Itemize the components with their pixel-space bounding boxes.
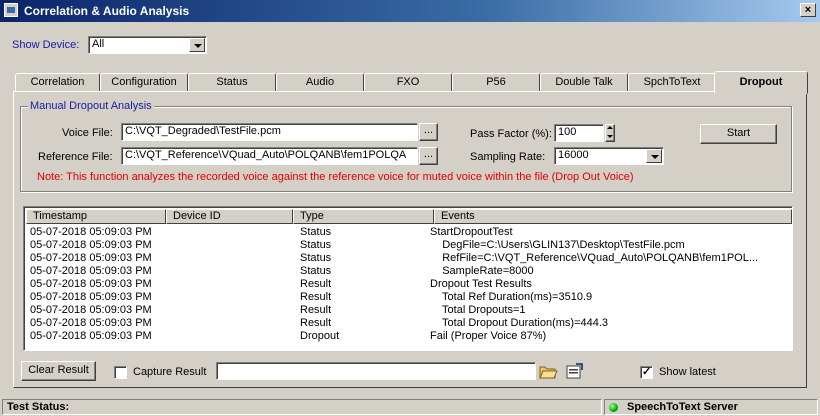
events-table[interactable]: Timestamp Device ID Type Events 05-07-20…: [23, 206, 793, 351]
table-row[interactable]: 05-07-2018 05:09:03 PM Result Dropout Test…: [26, 278, 790, 291]
tab-status[interactable]: Status: [188, 73, 276, 92]
show-latest-label: Show latest: [659, 366, 716, 378]
cell-timestamp: 05-07-2018 05:09:03 PM: [30, 304, 152, 316]
cell-type: Result: [300, 291, 332, 303]
close-button[interactable]: ×: [800, 3, 816, 17]
table-row[interactable]: 05-07-2018 05:09:03 PM Result Total Dropo…: [26, 304, 790, 317]
show-device-select[interactable]: All: [88, 36, 207, 54]
cell-type: Result: [300, 317, 332, 329]
pass-factor-label: Pass Factor (%):: [470, 128, 552, 140]
cell-event: Fail (Proper Voice 87%): [430, 330, 547, 342]
cell-type: Result: [300, 304, 332, 316]
server-status-icon: [609, 403, 618, 412]
open-folder-icon: [539, 366, 558, 379]
tab-correlation[interactable]: Correlation: [15, 73, 100, 92]
table-row[interactable]: 05-07-2018 05:09:03 PM Result Total Dropo…: [26, 317, 790, 330]
table-row[interactable]: 05-07-2018 05:09:03 PM Status SampleRate=…: [26, 265, 790, 278]
capture-result-checkbox[interactable]: [114, 366, 127, 379]
table-row[interactable]: 05-07-2018 05:09:03 PM Dropout Fail (Prope…: [26, 330, 790, 343]
table-row[interactable]: 05-07-2018 05:09:03 PM Status StartDropout…: [26, 226, 790, 239]
column-type[interactable]: Type: [293, 209, 434, 224]
cell-type: Status: [300, 226, 332, 238]
pass-factor-stepper[interactable]: [605, 124, 615, 142]
voice-file-browse-button[interactable]: ...: [419, 123, 438, 141]
status-bar: Test Status: SpeechToText Server: [0, 398, 820, 416]
show-latest-checkbox[interactable]: [640, 365, 653, 379]
export-button[interactable]: [564, 362, 584, 380]
cell-timestamp: 05-07-2018 05:09:03 PM: [30, 291, 152, 303]
table-row[interactable]: 05-07-2018 05:09:03 PM Result Total Ref D…: [26, 291, 790, 304]
capture-result-label: Capture Result: [133, 366, 207, 378]
window-title: Correlation & Audio Analysis: [24, 4, 190, 18]
column-device-id[interactable]: Device ID: [166, 209, 293, 224]
cell-event: Dropout Test Results: [430, 278, 532, 290]
tab-spchtotext[interactable]: SpchToText: [628, 73, 716, 92]
app-icon: [4, 3, 18, 17]
tab-audio[interactable]: Audio: [276, 73, 364, 92]
cell-timestamp: 05-07-2018 05:09:03 PM: [30, 252, 152, 264]
tab-dropout[interactable]: Dropout: [714, 71, 808, 94]
cell-event: Total Dropouts=1: [430, 304, 526, 316]
cell-timestamp: 05-07-2018 05:09:03 PM: [30, 278, 152, 290]
tab-p56[interactable]: P56: [452, 73, 540, 92]
cell-timestamp: 05-07-2018 05:09:03 PM: [30, 330, 152, 342]
cell-type: Status: [300, 239, 332, 251]
dropout-note: Note: This function analyzes the recorde…: [37, 171, 634, 183]
cell-timestamp: 05-07-2018 05:09:03 PM: [30, 317, 152, 329]
capture-path-input[interactable]: [216, 362, 536, 380]
table-row[interactable]: 05-07-2018 05:09:03 PM Status DegFile=C:\…: [26, 239, 790, 252]
cell-event: SampleRate=8000: [430, 265, 534, 277]
server-status: SpeechToText Server: [604, 399, 818, 415]
stepper-down-icon[interactable]: [607, 135, 613, 138]
cell-timestamp: 05-07-2018 05:09:03 PM: [30, 226, 152, 238]
column-events[interactable]: Events: [434, 209, 792, 224]
voice-file-label: Voice File:: [62, 127, 113, 139]
server-status-text: SpeechToText Server: [627, 401, 738, 413]
cell-event: DegFile=C:\Users\GLIN137\Desktop\TestFil…: [430, 239, 685, 251]
cell-timestamp: 05-07-2018 05:09:03 PM: [30, 239, 152, 251]
clear-result-button[interactable]: Clear Result: [21, 361, 96, 381]
open-folder-button[interactable]: [538, 362, 558, 380]
cell-event: StartDropoutTest: [430, 226, 513, 238]
events-table-header: Timestamp Device ID Type Events: [26, 209, 792, 224]
cell-type: Status: [300, 265, 332, 277]
tab-fxo[interactable]: FXO: [364, 73, 452, 92]
chevron-down-icon[interactable]: [646, 149, 662, 163]
show-device-value: All: [92, 38, 105, 50]
sampling-rate-label: Sampling Rate:: [470, 151, 546, 163]
test-status-text: Test Status:: [2, 399, 602, 415]
cell-type: Status: [300, 252, 332, 264]
start-button[interactable]: Start: [700, 124, 777, 144]
column-timestamp[interactable]: Timestamp: [26, 209, 166, 224]
export-icon: [566, 363, 583, 379]
sampling-rate-select[interactable]: 16000: [554, 147, 664, 165]
tab-double-talk[interactable]: Double Talk: [540, 73, 628, 92]
reference-file-browse-button[interactable]: ...: [419, 147, 438, 165]
table-row[interactable]: 05-07-2018 05:09:03 PM Status RefFile=C:\…: [26, 252, 790, 265]
stepper-up-icon[interactable]: [607, 126, 613, 129]
pass-factor-input[interactable]: 100: [554, 124, 604, 142]
cell-event: RefFile=C:\VQT_Reference\VQuad_Auto\POLQ…: [430, 252, 759, 264]
cell-event: Total Ref Duration(ms)=3510.9: [430, 291, 593, 303]
manual-dropout-title: Manual Dropout Analysis: [28, 100, 154, 112]
cell-timestamp: 05-07-2018 05:09:03 PM: [30, 265, 152, 277]
cell-type: Result: [300, 278, 332, 290]
title-bar: Correlation & Audio Analysis ×: [0, 0, 820, 22]
cell-type: Dropout: [300, 330, 340, 342]
show-device-label: Show Device:: [12, 39, 80, 51]
cell-event: Total Dropout Duration(ms)=444.3: [430, 317, 609, 329]
tab-configuration[interactable]: Configuration: [100, 73, 188, 92]
voice-file-input[interactable]: C:\VQT_Degraded\TestFile.pcm: [121, 123, 418, 141]
reference-file-input[interactable]: C:\VQT_Reference\VQuad_Auto\POLQANB\fem1…: [121, 147, 418, 165]
chevron-down-icon[interactable]: [189, 38, 205, 52]
reference-file-label: Reference File:: [38, 151, 113, 163]
